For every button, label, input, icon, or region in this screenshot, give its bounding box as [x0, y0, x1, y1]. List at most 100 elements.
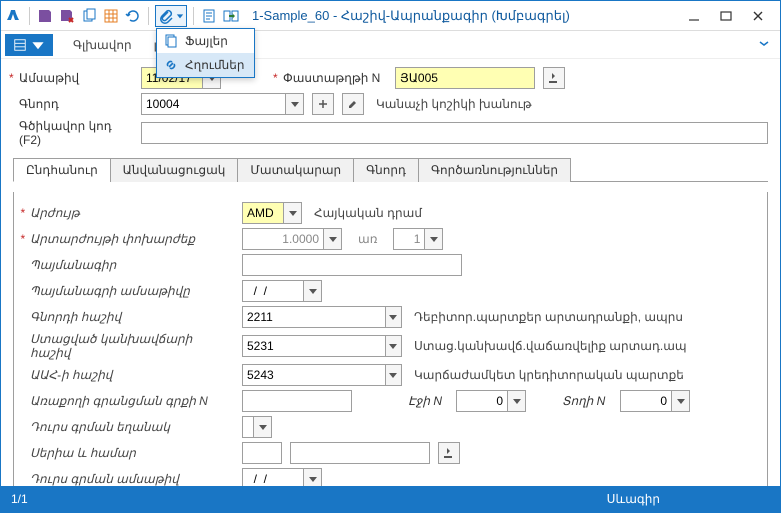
- tab-strip: Ընդհանուր Անվանացուցակ Մատակարար Գնորդ Գ…: [13, 157, 768, 182]
- export-mode-combo[interactable]: [242, 416, 272, 438]
- document-icon[interactable]: [200, 7, 218, 25]
- docnum-input[interactable]: [395, 67, 535, 89]
- tab-buyer[interactable]: Գնորդ: [353, 158, 419, 182]
- series-input-2[interactable]: [290, 442, 430, 464]
- docnum-label: Փաստաթղթի N: [277, 71, 387, 85]
- rate-label: Արտարժույթի փոխարժեք: [24, 232, 234, 246]
- menu-main[interactable]: Գլխավոր: [71, 34, 134, 56]
- chevron-down-icon[interactable]: [671, 391, 689, 411]
- page-n-combo[interactable]: [456, 390, 526, 412]
- status-right: Սևագիր: [607, 492, 660, 506]
- attach-menu: Ֆայլեր Հղումներ: [156, 28, 255, 78]
- tab-operations[interactable]: Գործառնություններ: [418, 158, 571, 182]
- statusbar: 1/1 Սևագիր: [1, 486, 780, 512]
- tab-supplier[interactable]: Մատակարար: [237, 158, 354, 182]
- rate-per-combo[interactable]: [393, 228, 443, 250]
- rate-value: [243, 229, 323, 249]
- export-date-value[interactable]: [243, 469, 303, 486]
- reg-book-input[interactable]: [242, 390, 352, 412]
- adv-acc-desc: Ստաց.կանխավճ.վաճառվելիք արտադ.ապ: [414, 339, 687, 353]
- export-date-combo[interactable]: [242, 468, 322, 486]
- tab-content-general: Արժույթ Հայկական դրամ Արտարժույթի փոխարժ…: [13, 192, 768, 486]
- row-n-value[interactable]: [621, 391, 671, 411]
- partner-code-label: Գծիկավոր կոդ (F2): [13, 119, 133, 147]
- buyer-edit-button[interactable]: [342, 93, 364, 115]
- row-n-combo[interactable]: [620, 390, 690, 412]
- chevron-down-icon[interactable]: [385, 307, 401, 327]
- buyer-combo[interactable]: [141, 93, 304, 115]
- attach-menu-links-label: Հղումներ: [185, 58, 244, 72]
- currency-label: Արժույթ: [24, 206, 234, 220]
- window-title: 1-Sample_60 - Հաշիվ-Ապրանքագիր (Խմբագրել…: [252, 8, 570, 24]
- adv-acc-label: Ստացված կանխավճարի հաշիվ: [24, 332, 234, 360]
- save-close-icon[interactable]: [58, 7, 76, 25]
- chevron-down-icon[interactable]: [303, 281, 321, 301]
- series-input-1[interactable]: [242, 442, 282, 464]
- save-icon[interactable]: [36, 7, 54, 25]
- chevron-down-icon[interactable]: [253, 417, 271, 437]
- chevron-down-icon[interactable]: [385, 336, 401, 356]
- buyer-acc-value[interactable]: [243, 307, 385, 327]
- partner-code-input[interactable]: [141, 122, 768, 144]
- reg-book-label: Առաքողի գրանցման գրքի N: [24, 394, 234, 408]
- buyer-value[interactable]: [142, 94, 285, 114]
- page-n-value[interactable]: [457, 391, 507, 411]
- chevron-down-icon[interactable]: [285, 94, 303, 114]
- rate-combo[interactable]: [242, 228, 342, 250]
- vat-acc-value[interactable]: [243, 365, 385, 385]
- menu-expand-icon[interactable]: [752, 35, 776, 54]
- series-lookup-button[interactable]: [438, 442, 460, 464]
- form-area: Ամսաթիվ Փաստաթղթի N Գնորդ Կանաչի կոշիկի …: [1, 59, 780, 486]
- refresh-icon[interactable]: [124, 7, 142, 25]
- separator: [148, 7, 149, 25]
- date-label: Ամսաթիվ: [13, 71, 133, 85]
- close-button[interactable]: [746, 4, 770, 28]
- app-icon: [5, 7, 23, 25]
- series-label: Սերիա և համար: [24, 446, 234, 460]
- export-mode-input[interactable]: [243, 417, 253, 437]
- titlebar: Ֆայլեր Հղումներ 1-Sample_60 - Հաշիվ-Ապրա…: [1, 1, 780, 31]
- chevron-down-icon[interactable]: [323, 229, 341, 249]
- docnum-lookup-button[interactable]: [543, 67, 565, 89]
- tab-general[interactable]: Ընդհանուր: [13, 158, 111, 182]
- view-menu-button[interactable]: [5, 34, 53, 56]
- attach-menu-files[interactable]: Ֆայլեր: [157, 29, 254, 53]
- rate-mid: առ: [358, 232, 377, 246]
- rate-per: [394, 229, 424, 249]
- vat-acc-label: ԱԱՀ-ի հաշիվ: [24, 368, 234, 382]
- grid-icon[interactable]: [102, 7, 120, 25]
- chevron-down-icon[interactable]: [283, 203, 301, 223]
- attach-menu-links[interactable]: Հղումներ: [157, 53, 254, 77]
- adv-acc-combo[interactable]: [242, 335, 402, 357]
- adv-acc-value[interactable]: [243, 336, 385, 356]
- minimize-button[interactable]: [682, 4, 706, 28]
- tab-items[interactable]: Անվանացուցակ: [110, 158, 239, 182]
- contract-date-combo[interactable]: [242, 280, 322, 302]
- buyer-add-button[interactable]: [312, 93, 334, 115]
- transfer-icon[interactable]: [222, 7, 240, 25]
- maximize-button[interactable]: [714, 4, 738, 28]
- window-controls: [682, 4, 776, 28]
- chevron-down-icon[interactable]: [507, 391, 525, 411]
- contract-input[interactable]: [242, 254, 462, 276]
- row-n-label: Տողի N: [562, 394, 612, 408]
- contract-date-value[interactable]: [243, 281, 303, 301]
- export-date-label: Դուրս գրման ամսաթիվ: [24, 472, 234, 486]
- buyer-acc-combo[interactable]: [242, 306, 402, 328]
- attach-dropdown[interactable]: Ֆայլեր Հղումներ: [155, 5, 187, 27]
- vat-acc-desc: Կարճաժամկետ կրեդիտորական պարտքե: [414, 368, 684, 382]
- copy-icon[interactable]: [80, 7, 98, 25]
- currency-value[interactable]: [243, 203, 283, 223]
- menubar: Գլխավոր լ (Նոր): [1, 31, 780, 59]
- status-left: 1/1: [11, 492, 28, 506]
- currency-combo[interactable]: [242, 202, 302, 224]
- currency-desc: Հայկական դրամ: [314, 206, 422, 220]
- chevron-down-icon[interactable]: [385, 365, 401, 385]
- buyer-label: Գնորդ: [13, 97, 133, 111]
- export-mode-label: Դուրս գրման եղանակ: [24, 420, 234, 434]
- chevron-down-icon[interactable]: [424, 229, 442, 249]
- buyer-acc-label: Գնորդի հաշիվ: [24, 310, 234, 324]
- separator: [193, 7, 194, 25]
- vat-acc-combo[interactable]: [242, 364, 402, 386]
- chevron-down-icon[interactable]: [303, 469, 321, 486]
